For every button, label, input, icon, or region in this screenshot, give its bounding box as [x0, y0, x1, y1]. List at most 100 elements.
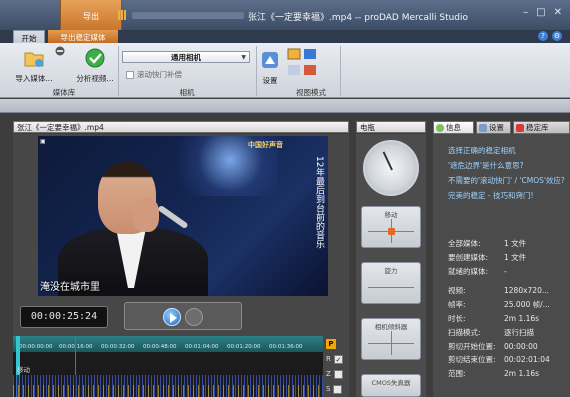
tab-settings[interactable]: 设置	[476, 121, 511, 134]
play-button[interactable]	[163, 308, 181, 326]
microphone	[157, 204, 189, 230]
help-icon[interactable]: ?	[538, 31, 548, 41]
prop-key: 范围:	[448, 369, 466, 379]
settings-icon	[262, 52, 278, 68]
prop-row: 范围: 2m 1.16s	[448, 367, 568, 381]
group-view-label: 视图模式	[296, 88, 326, 97]
analyze-video-label: 分析视频...	[76, 74, 114, 83]
video-panel-title: 张江《一定要幸福》.mp4	[17, 123, 104, 132]
options-icon[interactable]: ⚙	[552, 31, 562, 41]
timeline[interactable]: 00:00:00:00 00:00:16:00 00:00:32:00 00:0…	[13, 336, 323, 397]
help-link[interactable]: 不需要的'滚动快门' / 'CMOS'效应?	[448, 176, 566, 186]
z-label: Z	[326, 370, 331, 378]
s-label: S	[326, 385, 331, 393]
motion-graph-secondary	[13, 385, 323, 397]
remove-media-button[interactable]	[55, 46, 65, 58]
status-strip	[0, 99, 570, 113]
video-panel-header: 张江《一定要幸福》.mp4	[13, 121, 349, 133]
prop-row: 剪切结束位置: 00:02:01:04	[448, 353, 568, 367]
meter-indicator	[388, 228, 395, 235]
settings-label: 设置	[262, 76, 278, 85]
tab-start[interactable]: 开始	[13, 30, 45, 43]
gauge-dial	[363, 140, 419, 196]
prop-row: 扫描模式: 逐行扫描	[448, 326, 568, 340]
prop-row: 要创建媒体: 1 文件	[448, 251, 568, 265]
prop-row: 剪切开始位置: 00:00:00	[448, 340, 568, 354]
prop-value: 25.000 帧/...	[504, 300, 550, 310]
prop-row: 就绪的媒体: -	[448, 265, 568, 279]
timeline-tick: 00:00:48:00	[143, 344, 177, 350]
settings-button[interactable]: 设置	[259, 49, 281, 86]
folder-icon	[24, 52, 44, 67]
prop-row: 视频: 1280x720...	[448, 284, 568, 298]
import-media-button[interactable]: 导入媒体...	[14, 47, 54, 84]
help-link[interactable]: 选择正确的稳定相机	[448, 146, 566, 156]
prop-key: 帧率:	[448, 300, 466, 310]
track-toggles: P R ✓ Z S	[326, 338, 348, 397]
rolling-shutter-label: 滚动快门补偿	[137, 70, 182, 79]
meter-rotation-label: 旋力	[384, 267, 398, 275]
checkbox-box	[126, 70, 134, 79]
timeline-ruler: 00:00:00:00 00:00:16:00 00:00:32:00 00:0…	[13, 336, 323, 352]
p-badge[interactable]: P	[326, 339, 336, 349]
analyze-video-button[interactable]: 分析视频...	[74, 47, 116, 84]
meter-axis-v	[391, 331, 392, 355]
group-separator	[256, 46, 257, 96]
prop-row: 全部媒体: 1 文件	[448, 237, 568, 251]
prop-key: 视频:	[448, 286, 466, 296]
close-icon[interactable]: ✕	[554, 8, 562, 18]
s-checkbox[interactable]	[333, 384, 343, 394]
view-mode-buttons	[286, 47, 320, 85]
prop-row: 帧率: 25.000 帧/...	[448, 298, 568, 312]
context-tab-export[interactable]: 导出	[60, 0, 122, 30]
timecode-display: 00:00:25:24	[20, 306, 108, 328]
prop-key: 就绪的媒体:	[448, 266, 489, 276]
meter-move-label: 移动	[384, 211, 398, 219]
prop-key: 时长:	[448, 313, 466, 323]
meter-cmos: CMOS失真器	[361, 374, 421, 397]
prop-key: 扫描模式:	[448, 327, 481, 337]
video-subtitle: 淹没在城市里	[40, 282, 100, 293]
title-bar: 导出 张江《一定要幸福》.mp4 -- proDAD Mercalli Stud…	[0, 0, 570, 30]
r-label: R	[326, 355, 331, 363]
camera-select[interactable]: 通用相机 ▼	[122, 51, 250, 63]
stop-button[interactable]	[185, 308, 203, 326]
meter-panel-title: 电瓶	[360, 123, 375, 132]
prop-value: 2m 1.16s	[504, 313, 540, 323]
prop-value: 2m 1.16s	[504, 369, 540, 379]
help-link[interactable]: 完美的稳定 - 技巧和窍门!	[448, 191, 566, 201]
meter-panel-header: 电瓶	[356, 121, 426, 133]
prop-key: 要创建媒体:	[448, 252, 489, 262]
group-separator	[340, 46, 341, 96]
tab-stable-library[interactable]: 稳定库	[513, 121, 570, 134]
analyze-icon	[85, 48, 105, 68]
track-label: 移动	[17, 366, 30, 374]
help-icons: ? ⚙	[538, 31, 562, 41]
minimize-icon[interactable]: –	[523, 8, 528, 18]
prop-value: -	[504, 266, 507, 276]
prop-row: 时长: 2m 1.16s	[448, 312, 568, 326]
group-media-label: 媒体库	[52, 88, 76, 97]
z-checkbox[interactable]	[333, 369, 343, 379]
group-separator	[118, 46, 119, 96]
minus-icon	[55, 46, 65, 56]
window-controls: – □ ✕	[523, 8, 562, 18]
info-tabs: 信息 设置 稳定库	[433, 121, 570, 134]
meter-tilt: 相机倾斜器	[361, 318, 421, 360]
tab-info[interactable]: 信息	[433, 121, 474, 134]
title-redacted	[132, 12, 244, 19]
maximize-icon[interactable]: □	[536, 8, 545, 18]
rolling-shutter-checkbox[interactable]: 滚动快门补偿	[126, 69, 182, 80]
video-preview[interactable]: ▣ 中国好声音 12年最后到台前的音乐 淹没在城市里	[38, 136, 328, 296]
window-title: 张江《一定要幸福》.mp4 -- proDAD Mercalli Studio	[248, 13, 469, 23]
ribbon: 导入媒体... 分析视频... 媒体库 相机 设置 视图模式	[0, 43, 570, 98]
osd-logo: 中国好声音	[248, 141, 283, 149]
view-mode-icons[interactable]	[286, 47, 320, 83]
timeline-tick: 00:00:00:00	[19, 344, 53, 350]
meter-axis-h	[368, 287, 414, 288]
tab-export-stable[interactable]: 导出稳定媒体	[48, 30, 118, 43]
r-checkbox[interactable]: ✓	[333, 354, 343, 364]
transport-controls	[124, 302, 242, 330]
prop-value: 00:00:00	[504, 341, 538, 351]
help-link[interactable]: '遮危边界'是什么意思?	[448, 161, 566, 171]
